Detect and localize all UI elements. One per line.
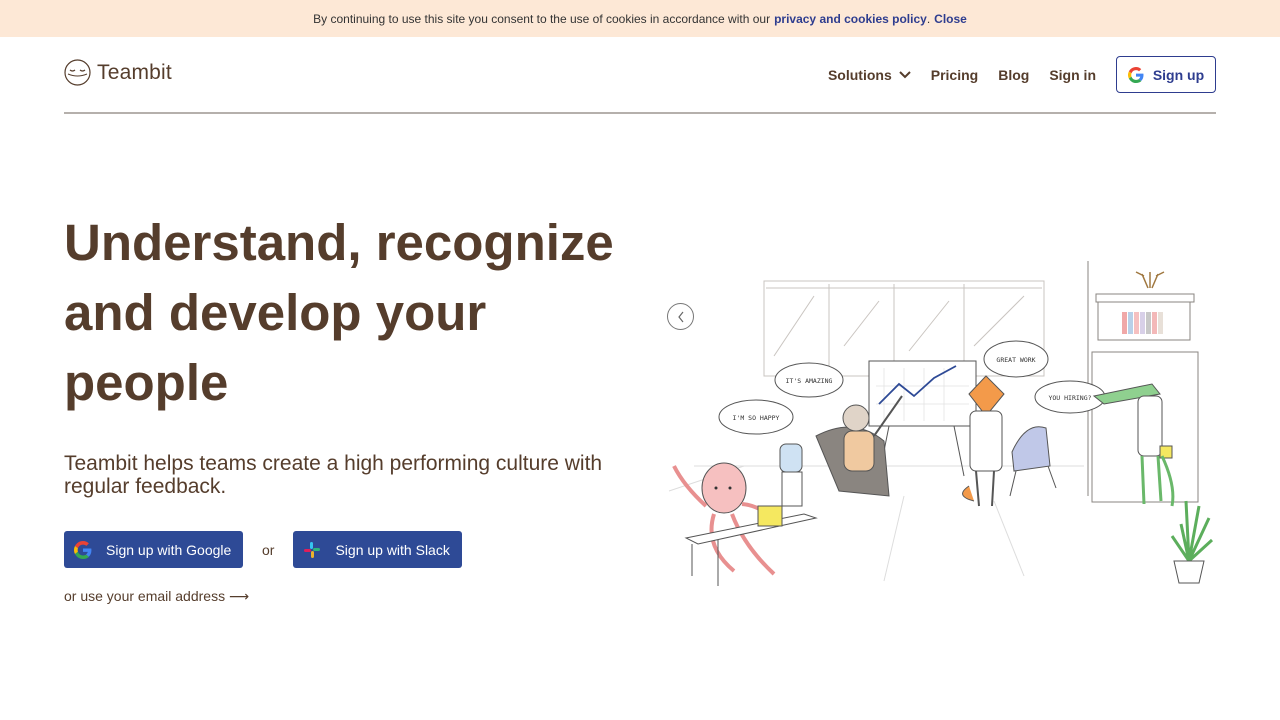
- cookie-period: .: [926, 11, 931, 26]
- hero-subtitle: Teambit helps teams create a high perfor…: [64, 452, 603, 498]
- cookie-text: By continuing to use this site you conse…: [313, 11, 771, 26]
- signup-google-button[interactable]: Sign up with Google: [64, 531, 243, 568]
- nav-links: Solutions Pricing Blog Sign in Sign up: [828, 56, 1216, 93]
- potted-plant: [1170, 500, 1214, 584]
- nav-signup-button[interactable]: Sign up: [1116, 56, 1216, 93]
- crocodile-character: [1092, 383, 1175, 507]
- privacy-policy-link[interactable]: privacy and cookies policy: [774, 12, 927, 26]
- bubble-text: GREAT WORK: [996, 356, 1035, 364]
- signup-slack-button[interactable]: Sign up with Slack: [293, 531, 463, 568]
- nav-signup-label: Sign up: [1152, 66, 1205, 83]
- blue-armchair: [1009, 426, 1057, 497]
- brand-name: Teambit: [97, 60, 172, 84]
- google-g-icon: [1127, 66, 1144, 83]
- smiley-face-logo-icon: [64, 59, 91, 86]
- nav-solutions-label: Solutions: [827, 66, 892, 83]
- bubble-text: YOU HIRING?: [1048, 394, 1091, 402]
- cookie-banner: By continuing to use this site you conse…: [0, 0, 1280, 37]
- bubble-text: IT'S AMAZING: [786, 377, 833, 385]
- or-separator: or: [262, 541, 275, 558]
- bubble-text: I'M SO HAPPY: [733, 414, 780, 422]
- slack-icon: [304, 541, 321, 558]
- brand-logo[interactable]: Teambit: [64, 59, 172, 86]
- top-navigation: Teambit Solutions Pricing Blog Sign in S…: [64, 37, 1216, 114]
- signup-google-label: Sign up with Google: [106, 541, 232, 558]
- water-cooler: [779, 443, 803, 507]
- hero-title: Understand, recognize and develop your p…: [64, 214, 614, 411]
- signup-cta-row: Sign up with Google or Sign up with Slac…: [64, 531, 463, 568]
- chevron-down-icon: [899, 70, 911, 78]
- email-signup-link[interactable]: or use your email address ⟶: [64, 588, 249, 605]
- shelf-books: [1122, 312, 1163, 334]
- google-g-icon: [74, 540, 92, 559]
- cookie-close-button[interactable]: Close: [934, 12, 967, 26]
- nav-signin-link[interactable]: Sign in: [1049, 67, 1096, 83]
- nav-pricing-link[interactable]: Pricing: [931, 67, 978, 83]
- office-team-illustration: IT'S AMAZING I'M SO HAPPY GREAT WORK YOU…: [668, 261, 1214, 586]
- signup-slack-label: Sign up with Slack: [335, 541, 450, 558]
- shelf-plant: [1135, 271, 1165, 289]
- nav-solutions-dropdown[interactable]: Solutions: [828, 67, 911, 83]
- nav-blog-link[interactable]: Blog: [998, 67, 1029, 83]
